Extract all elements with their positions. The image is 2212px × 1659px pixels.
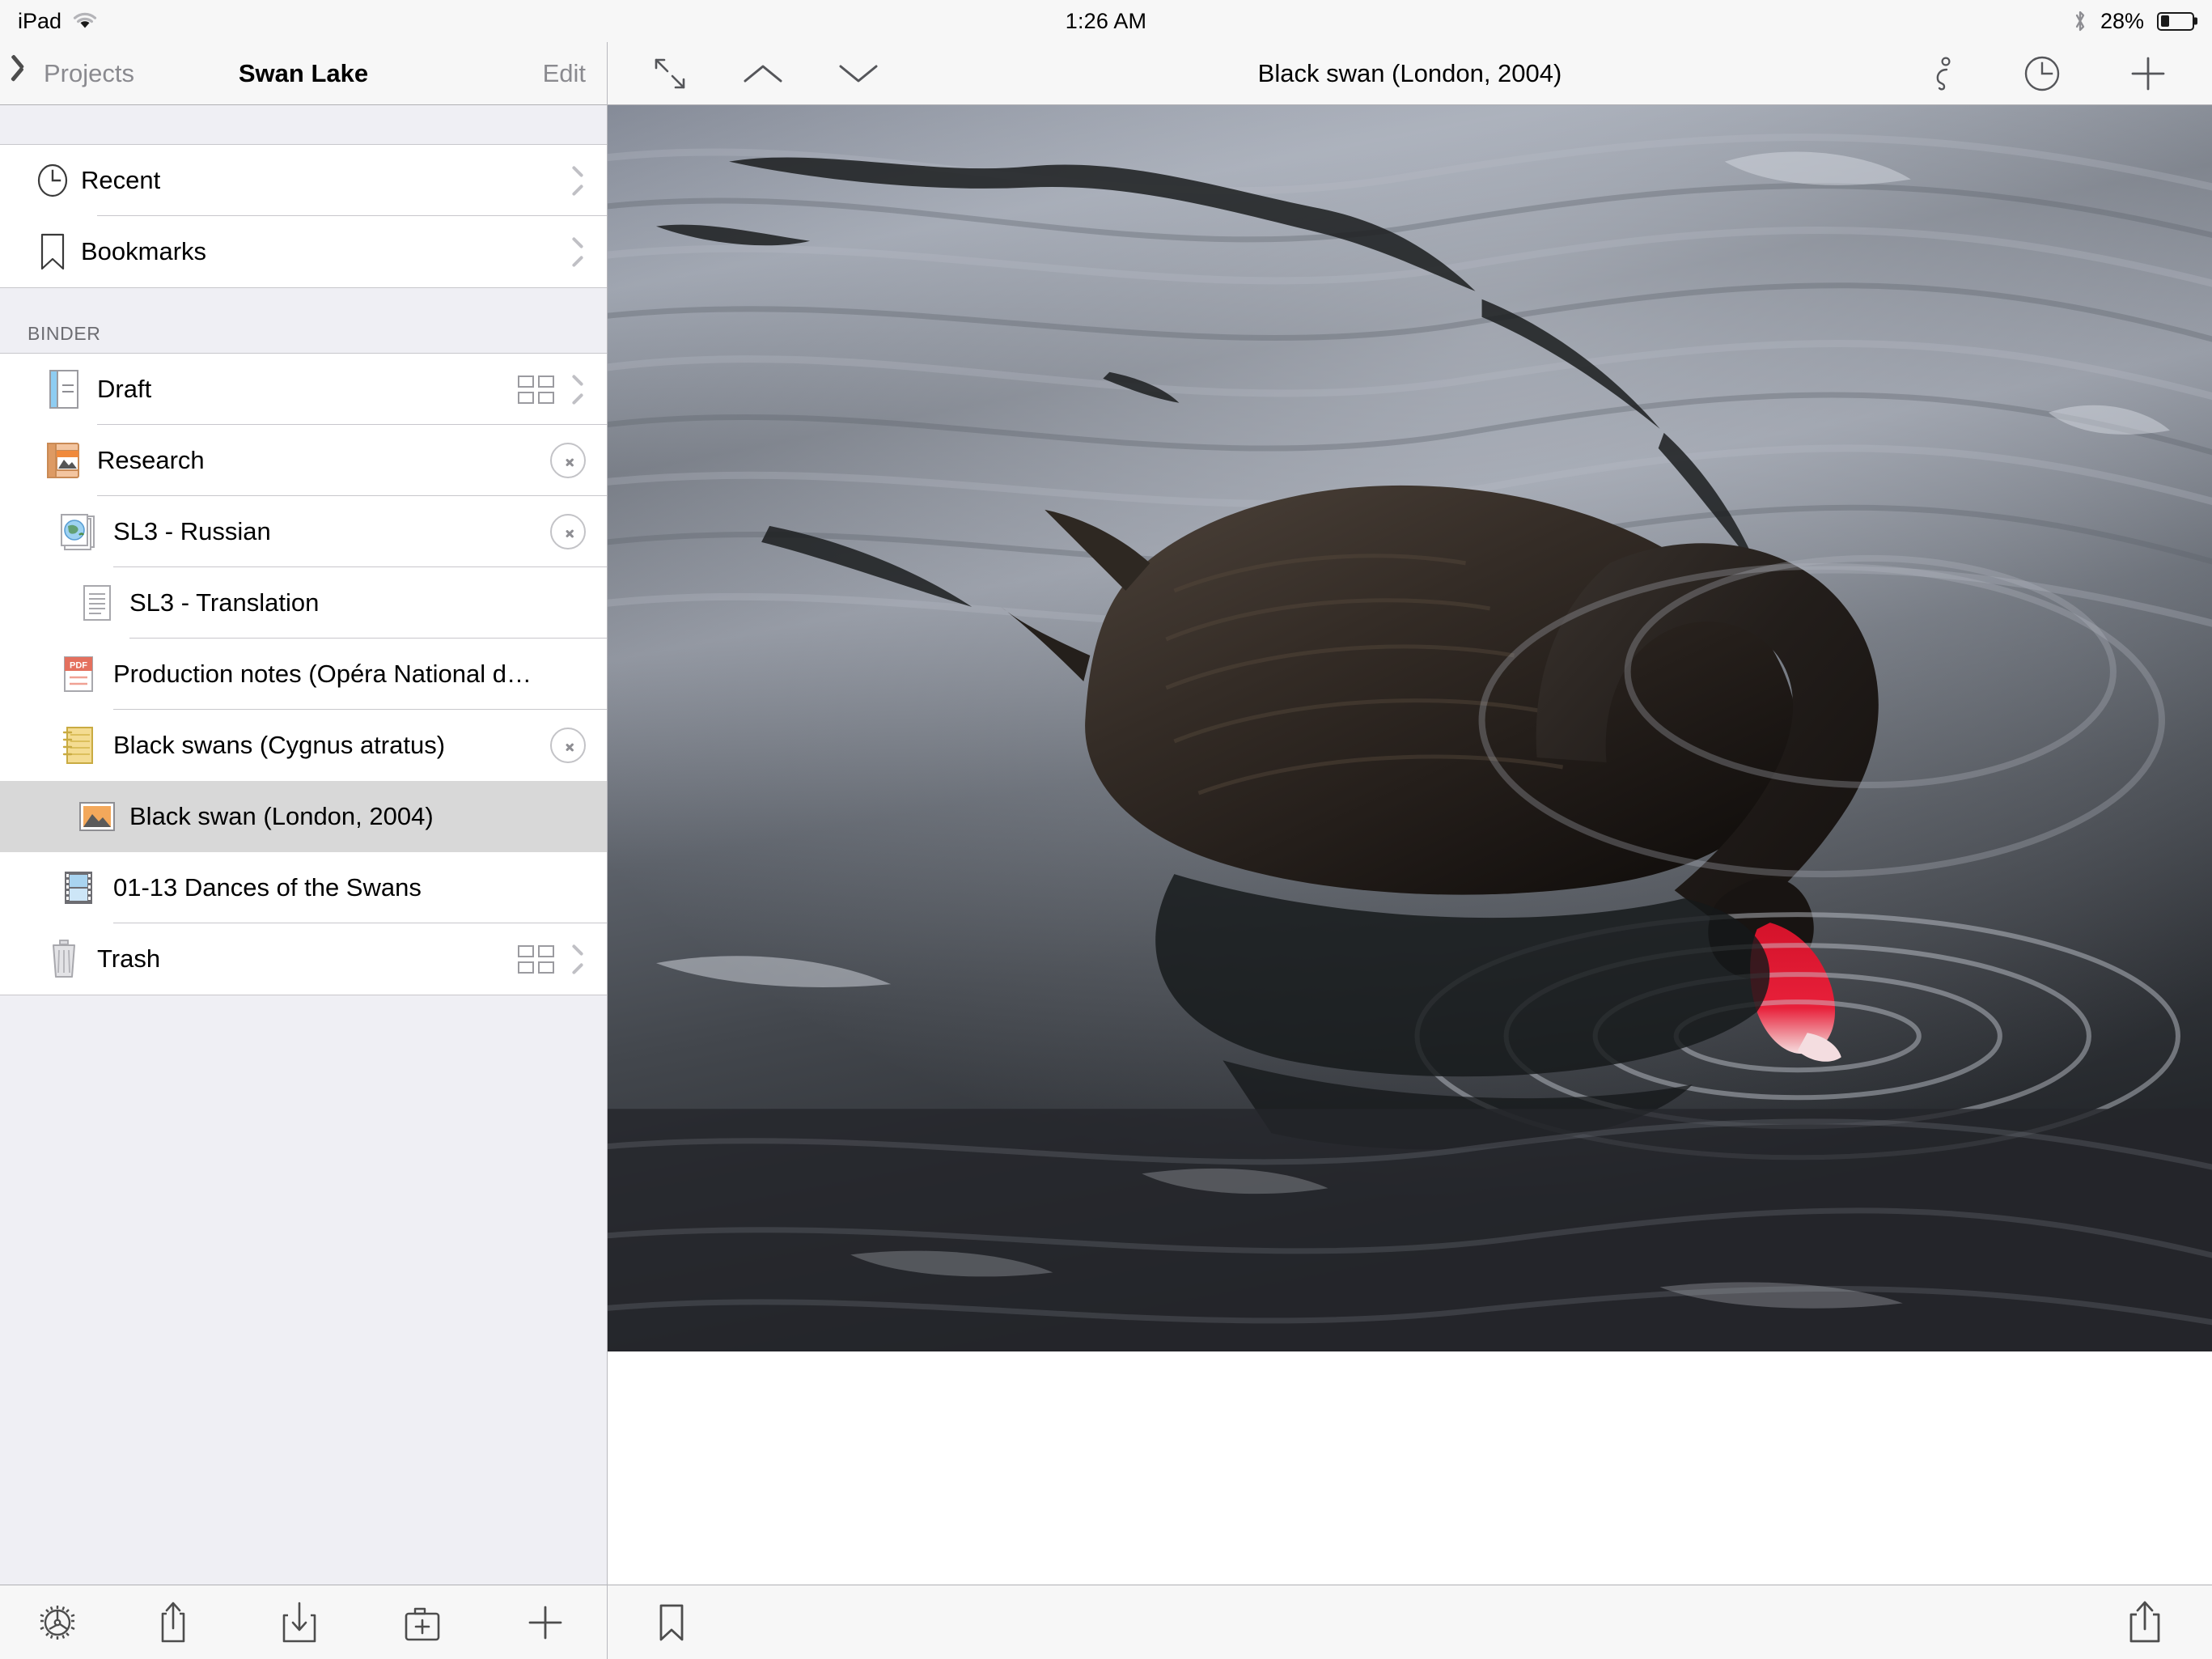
clock-history-icon[interactable]: [2021, 53, 2063, 95]
add-button[interactable]: [484, 1601, 607, 1644]
status-bar-left: iPad: [18, 9, 97, 34]
detail-nav-right: [1929, 52, 2188, 95]
web-page-stack-icon: [0, 511, 113, 553]
back-to-projects-button[interactable]: Projects: [21, 59, 134, 88]
corkboard-icon[interactable]: [518, 375, 554, 404]
chevron-right-icon[interactable]: [574, 241, 586, 263]
sidebar-item-draft[interactable]: Draft: [0, 354, 607, 425]
corkboard-icon[interactable]: [518, 944, 554, 974]
row-accessory: [550, 514, 607, 549]
sidebar-item-label: Black swan (London, 2004): [129, 802, 434, 830]
detail-navigation-bar: Black swan (London, 2004): [608, 42, 2212, 105]
sidebar-item-label: SL3 - Translation: [129, 588, 320, 617]
chevron-right-icon[interactable]: [574, 948, 586, 970]
research-folder-icon: [0, 439, 97, 482]
svg-text:PDF: PDF: [70, 661, 87, 671]
split-view: Projects Swan Lake Edit Recent Bookmarks…: [0, 42, 2212, 1659]
row-accessory: [550, 728, 607, 763]
circle-chevron-right-icon[interactable]: [550, 728, 586, 763]
bookmark-button[interactable]: [653, 1599, 690, 1646]
sidebar-item-label: Bookmarks: [81, 237, 207, 265]
sidebar-item-research[interactable]: Research: [0, 425, 607, 496]
row-accessory: [518, 375, 607, 404]
sidebar-navigation-bar: Projects Swan Lake Edit: [0, 42, 607, 105]
quick-access-group: Recent Bookmarks: [0, 144, 607, 288]
info-italic-icon[interactable]: [1929, 53, 1958, 94]
text-document-icon: [0, 582, 129, 624]
chevron-up-icon[interactable]: [740, 60, 786, 87]
share-button[interactable]: [2123, 1598, 2167, 1647]
document-detail-pane: Black swan (London, 2004): [608, 42, 2212, 1659]
edit-button[interactable]: Edit: [543, 59, 586, 88]
plus-icon[interactable]: [2126, 52, 2170, 95]
sidebar-item-sl3-translation[interactable]: SL3 - Translation: [0, 567, 607, 639]
top-spacer: [0, 105, 607, 144]
row-accessory: [574, 170, 607, 192]
binder-section-header: BINDER: [0, 288, 607, 353]
chevron-right-icon[interactable]: [574, 170, 586, 192]
binder-sidebar: Projects Swan Lake Edit Recent Bookmarks…: [0, 42, 608, 1659]
sidebar-item-label: Research: [97, 446, 205, 474]
binder-scroll-area[interactable]: Recent Bookmarks BINDER Draft Research S…: [0, 105, 607, 1585]
sidebar-item-label: Recent: [81, 166, 161, 194]
export-button[interactable]: [115, 1599, 238, 1646]
detail-nav-left: [632, 53, 881, 94]
battery-percent-label: 28%: [2100, 8, 2144, 33]
ipad-scrivener-window: iPad 1:26 AM 28% Projects Swan Lake Edit…: [0, 0, 2212, 1659]
bluetooth-icon: [2073, 9, 2087, 33]
filmstrip-icon: [0, 868, 113, 908]
expand-arrows-icon[interactable]: [650, 53, 690, 94]
sidebar-item-bookmarks[interactable]: Bookmarks: [0, 216, 607, 287]
sidebar-item-dances-of-the-swans[interactable]: 01-13 Dances of the Swans: [0, 852, 607, 923]
chevron-down-icon[interactable]: [836, 60, 881, 87]
settings-button[interactable]: [0, 1601, 115, 1644]
circle-chevron-right-icon[interactable]: [550, 443, 586, 478]
sidebar-item-label: 01-13 Dances of the Swans: [113, 873, 422, 902]
detail-toolbar: [608, 1585, 2212, 1659]
black-swan-photograph: [608, 105, 2212, 1351]
sidebar-item-trash[interactable]: Trash: [0, 923, 607, 995]
manuscript-icon: [0, 367, 97, 411]
sidebar-item-black-swans[interactable]: Black swans (Cygnus atratus): [0, 710, 607, 781]
sidebar-item-label: Draft: [97, 375, 152, 403]
trash-icon: [0, 937, 97, 981]
bookmark-icon: [0, 231, 81, 272]
image-icon: [0, 799, 129, 834]
pdf-icon: PDF: [0, 653, 113, 695]
sidebar-item-black-swan-london[interactable]: Black swan (London, 2004): [0, 781, 607, 852]
binder-group: Draft Research SL3 - Russian SL3 - Trans…: [0, 353, 607, 995]
sidebar-toolbar: [0, 1585, 607, 1659]
chevron-right-icon[interactable]: [574, 379, 586, 401]
sidebar-item-label: Trash: [97, 944, 161, 973]
device-label: iPad: [18, 8, 62, 33]
wifi-icon: [73, 12, 97, 30]
media-viewer[interactable]: [608, 105, 2212, 1585]
sidebar-item-production-notes[interactable]: PDF Production notes (Opéra National d…: [0, 639, 607, 710]
status-bar-right: 28%: [2073, 9, 2194, 34]
row-accessory: [518, 944, 607, 974]
new-folder-button[interactable]: [361, 1601, 484, 1644]
sidebar-item-label: Black swans (Cygnus atratus): [113, 731, 446, 759]
chevron-left-icon: [21, 60, 36, 87]
row-accessory: [574, 241, 607, 263]
sidebar-item-sl3-russian[interactable]: SL3 - Russian: [0, 496, 607, 567]
back-button-label: Projects: [44, 58, 134, 87]
battery-icon: [2157, 11, 2194, 31]
circle-chevron-right-icon[interactable]: [550, 514, 586, 549]
sidebar-item-label: SL3 - Russian: [113, 517, 271, 545]
import-button[interactable]: [238, 1599, 361, 1646]
sidebar-item-recent[interactable]: Recent: [0, 145, 607, 216]
notepad-icon: [0, 723, 113, 767]
status-bar-clock: 1:26 AM: [1065, 8, 1147, 33]
sidebar-item-label: Production notes (Opéra National d…: [113, 660, 532, 688]
clock-icon: [0, 161, 81, 200]
row-accessory: [550, 443, 607, 478]
status-bar: iPad 1:26 AM 28%: [0, 0, 2212, 42]
